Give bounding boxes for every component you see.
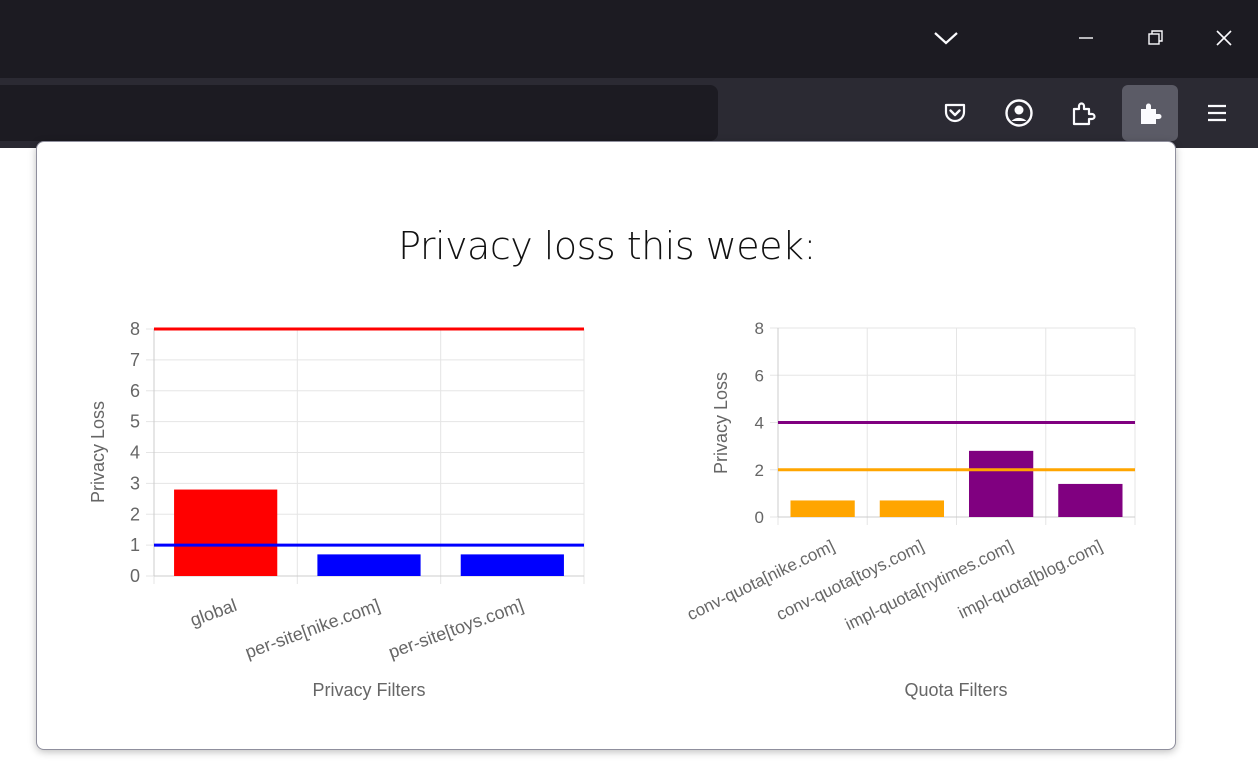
- chevron-down-icon: [934, 32, 958, 45]
- bar: [790, 500, 855, 517]
- x-tick-label: impl-quota[nytimes.com]: [842, 536, 1016, 634]
- close-window-button[interactable]: [1204, 18, 1244, 58]
- list-all-tabs-button[interactable]: [926, 18, 966, 58]
- extension-popup: Privacy loss this week: 0 1 2 3 4 5 6 7 8 global p…: [36, 141, 1176, 750]
- y-tick-label: 2: [755, 461, 764, 480]
- puzzle-icon: [1141, 103, 1162, 124]
- minimize-button[interactable]: [1066, 18, 1106, 58]
- close-icon: [1216, 30, 1232, 46]
- x-tick-label: conv-quota[toys.com]: [773, 536, 927, 624]
- bar: [879, 500, 945, 517]
- extensions-button[interactable]: [1122, 85, 1178, 141]
- x-tick-label: conv-quota[nike.com]: [684, 536, 838, 624]
- pocket-icon: [944, 103, 966, 123]
- bar: [968, 450, 1034, 517]
- x-tick-label: impl-quota[blog.com]: [955, 536, 1105, 622]
- account-button[interactable]: [991, 85, 1047, 141]
- account-icon: [1005, 99, 1033, 127]
- y-axis-label: Privacy Loss: [711, 372, 731, 474]
- y-tick-label: 6: [755, 366, 764, 385]
- y-tick-label: 8: [755, 319, 764, 338]
- quota-filters-chart: 0 2 4 6 8 conv-quota[nike.com]conv-quota[toys…: [684, 319, 1136, 700]
- restore-button[interactable]: [1135, 18, 1175, 58]
- title-bar: [0, 0, 1258, 78]
- minimize-icon: [1079, 37, 1093, 39]
- extension-toolbar-button[interactable]: [1055, 85, 1111, 141]
- restore-icon: [1148, 30, 1163, 45]
- application-menu-button[interactable]: [1189, 85, 1245, 141]
- extension-icon: [1072, 102, 1096, 126]
- y-tick-label: 0: [755, 508, 764, 527]
- save-to-pocket-button[interactable]: [927, 85, 983, 141]
- hamburger-menu-icon: [1208, 104, 1226, 122]
- address-bar[interactable]: [0, 85, 718, 141]
- y-tick-label: 4: [755, 414, 764, 433]
- x-axis-label: Quota Filters: [904, 680, 1007, 700]
- bar: [1058, 483, 1123, 517]
